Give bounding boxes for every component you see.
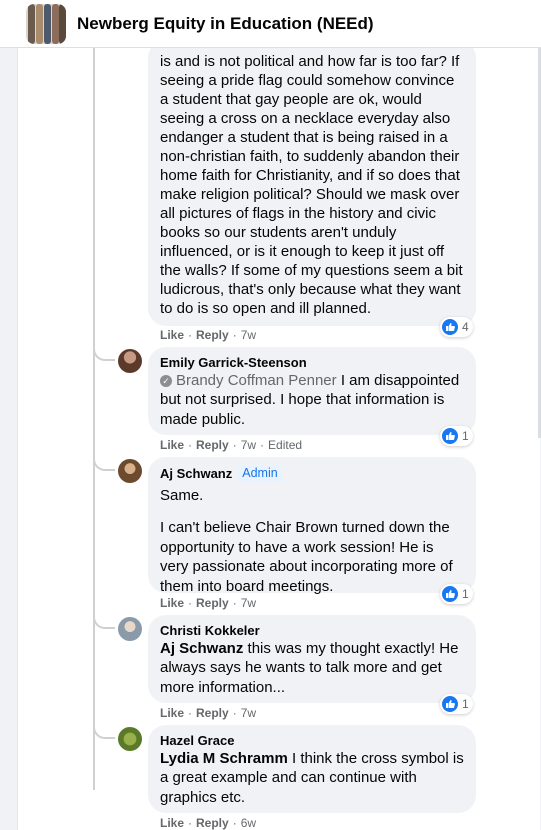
reply-button[interactable]: Reply [196, 596, 229, 610]
author-row: Aj Schwanz Admin [160, 465, 464, 482]
reaction-count[interactable]: 4 [440, 317, 473, 337]
comment-timestamp[interactable]: 6w [241, 816, 256, 830]
comment-actions: Like · Reply · 7w [160, 706, 256, 720]
comment-text: is and is not political and how far is t… [160, 52, 464, 318]
separator: · [232, 328, 237, 342]
reply-button[interactable]: Reply [196, 328, 229, 342]
reaction-count[interactable]: 1 [440, 694, 473, 714]
comment-line: endanger a student that is being raised … [160, 129, 448, 146]
comment-timestamp[interactable]: 7w [241, 596, 256, 610]
like-button[interactable]: Like [160, 438, 184, 452]
avatar[interactable] [118, 349, 142, 373]
comment-line: influenced, or is it enough to keep it j… [160, 243, 445, 260]
comment-bubble: is and is not political and how far is t… [148, 40, 476, 326]
thumbs-up-icon [442, 696, 458, 712]
thread-connector [93, 719, 115, 739]
comment-bubble: Hazel Grace Lydia M Schramm I think the … [148, 725, 476, 813]
comment-actions: Like · Reply · 7w [160, 596, 256, 610]
separator: · [260, 438, 265, 452]
comment-line: all pictures of flags in the history and… [160, 205, 436, 222]
separator: · [232, 596, 237, 610]
comment-line: books so our students aren't unduly [160, 224, 397, 241]
group-cover-thumbnail[interactable] [26, 3, 66, 44]
comment-line: seeing a cross on a necklace everyday al… [160, 110, 451, 127]
comment-text: ✓ Brandy Coffman Penner I am disappointed… [160, 371, 464, 429]
comment-bubble: Emily Garrick-Steenson ✓ Brandy Coffman P… [148, 347, 476, 435]
comment-line: the walls? If some of my questions seem … [160, 262, 463, 279]
comment-line: make religion political? Should we mask … [160, 186, 460, 203]
reply-button[interactable]: Reply [196, 706, 229, 720]
comment-paragraph: Same. [160, 487, 204, 504]
reply-button[interactable]: Reply [196, 438, 229, 452]
group-header: Newberg Equity in Education (NEEd) [0, 0, 541, 48]
comment-author[interactable]: Emily Garrick-Steenson [160, 355, 464, 371]
avatar[interactable] [118, 617, 142, 641]
comment-text: Lydia M Schramm I think the cross symbol… [160, 749, 464, 807]
thread-connector [93, 451, 115, 471]
like-button[interactable]: Like [160, 328, 184, 342]
comment-author[interactable]: Christi Kokkeler [160, 623, 464, 639]
comment-body: but not surprised. I hope that informati… [160, 391, 445, 428]
comment-actions: Like · Reply · 7w · Edited [160, 438, 302, 452]
comment-line: to do is so open and ill planned. [160, 300, 371, 317]
admin-badge: Admin [238, 465, 282, 482]
mention-link[interactable]: Lydia M Schramm [160, 750, 288, 767]
comment-author[interactable]: Hazel Grace [160, 733, 464, 749]
like-button[interactable]: Like [160, 706, 184, 720]
like-button[interactable]: Like [160, 596, 184, 610]
thumbs-up-icon [442, 428, 458, 444]
group-title[interactable]: Newberg Equity in Education (NEEd) [77, 14, 374, 34]
comment-paragraph: I can't believe Chair Brown turned down … [160, 519, 453, 595]
comment-line: ludicrous, that's only because what they… [160, 281, 461, 298]
verified-check-icon: ✓ [160, 375, 172, 387]
comment-bubble: Aj Schwanz Admin Same. I can't believe C… [148, 457, 476, 596]
separator: · [232, 706, 237, 720]
comment-timestamp[interactable]: 7w [241, 706, 256, 720]
reaction-number: 4 [462, 320, 469, 334]
separator: · [188, 328, 193, 342]
separator: · [188, 706, 193, 720]
mention-link[interactable]: Aj Schwanz [160, 640, 243, 657]
mention-link[interactable]: Brandy Coffman Penner [176, 372, 337, 389]
comment-timestamp[interactable]: 7w [241, 438, 256, 452]
comment-text: Aj Schwanz this was my thought exactly! … [160, 639, 464, 697]
comment-text: Same. I can't believe Chair Brown turned… [160, 486, 464, 596]
reaction-number: 1 [462, 587, 469, 601]
reaction-number: 1 [462, 429, 469, 443]
comment-line: a student that gay people are ok, would [160, 91, 422, 108]
avatar[interactable] [118, 459, 142, 483]
comment-line: is and is not political and how far is t… [160, 53, 460, 70]
comment-timestamp[interactable]: 7w [241, 328, 256, 342]
comment-actions: Like · Reply · 6w [160, 816, 256, 830]
separator: · [232, 438, 237, 452]
reaction-number: 1 [462, 697, 469, 711]
thumbs-up-icon [442, 586, 458, 602]
separator: · [188, 596, 193, 610]
comment-line: home faith for Christianity, and if so d… [160, 167, 460, 184]
thread-connector [93, 341, 115, 361]
comment-actions: Like · Reply · 7w [160, 328, 256, 342]
separator: · [232, 816, 237, 830]
thread-line [93, 48, 95, 790]
separator: · [188, 816, 193, 830]
thread-connector [93, 609, 115, 629]
comment-line: non-christian faith, to suddenly abandon… [160, 148, 460, 165]
comment-body: I am disappointed [340, 372, 460, 389]
avatar[interactable] [118, 727, 142, 751]
comment-bubble: Christi Kokkeler Aj Schwanz this was my … [148, 615, 476, 703]
reaction-count[interactable]: 1 [440, 584, 473, 604]
thumbs-up-icon [442, 319, 458, 335]
separator: · [188, 438, 193, 452]
comment-author[interactable]: Aj Schwanz [160, 466, 232, 482]
reply-button[interactable]: Reply [196, 816, 229, 830]
reaction-count[interactable]: 1 [440, 426, 473, 446]
edited-label[interactable]: Edited [268, 438, 302, 452]
like-button[interactable]: Like [160, 816, 184, 830]
comment-line: seeing a pride flag could somehow convin… [160, 72, 455, 89]
